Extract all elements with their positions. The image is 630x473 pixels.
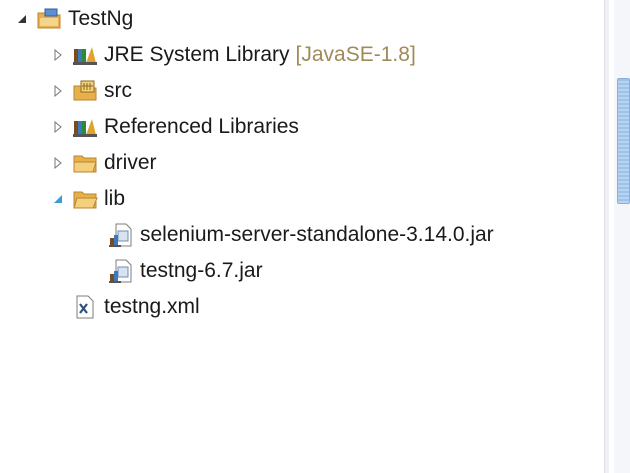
tree-item-jre-system-library[interactable]: JRE System Library [JavaSE-1.8] — [50, 38, 416, 72]
xml-file-icon — [72, 294, 98, 320]
tree-item-label: Referenced Libraries — [104, 115, 299, 138]
tree-item-label: lib — [104, 187, 126, 210]
expanded-twisty-icon[interactable] — [14, 2, 30, 36]
tree-item-referenced-libraries[interactable]: Referenced Libraries — [50, 110, 299, 144]
tree-item-testng-xml[interactable]: testng.xml — [50, 290, 200, 324]
jar-icon — [108, 222, 134, 248]
expanded-twisty-icon[interactable] — [50, 182, 66, 216]
library-icon — [72, 42, 98, 68]
tree-item-label: driver — [104, 151, 157, 174]
folder-open-icon — [72, 186, 98, 212]
tree-item-label: TestNg — [68, 7, 134, 30]
tree-item-label: testng.xml — [104, 295, 200, 318]
tree-item-decoration: [JavaSE-1.8] — [295, 43, 416, 66]
tree-item-testng-jar[interactable]: testng-6.7.jar — [86, 254, 263, 288]
jar-icon — [108, 258, 134, 284]
tree-item-label: testng-6.7.jar — [140, 259, 263, 282]
vertical-scrollbar[interactable] — [614, 0, 630, 473]
java-project-icon — [36, 6, 62, 32]
tree-item-driver[interactable]: driver — [50, 146, 157, 180]
collapsed-twisty-icon[interactable] — [50, 110, 66, 144]
tree-item-label: JRE System Library [JavaSE-1.8] — [104, 43, 416, 66]
tree-item-label: src — [104, 79, 132, 102]
tree-item-src[interactable]: src — [50, 74, 132, 108]
tree-item-lib[interactable]: lib — [50, 182, 125, 216]
panel-divider[interactable] — [604, 0, 609, 473]
library-icon — [72, 114, 98, 140]
collapsed-twisty-icon[interactable] — [50, 74, 66, 108]
tree-item-selenium-jar[interactable]: selenium-server-standalone-3.14.0.jar — [86, 218, 494, 252]
scrollbar-thumb[interactable] — [617, 78, 630, 204]
package-folder-icon — [72, 78, 98, 104]
collapsed-twisty-icon[interactable] — [50, 146, 66, 180]
collapsed-twisty-icon[interactable] — [50, 38, 66, 72]
project-explorer-tree: TestNg JRE System Library [JavaSE-1.8] s… — [0, 0, 604, 473]
tree-item-project[interactable]: TestNg — [14, 2, 133, 36]
folder-icon — [72, 150, 98, 176]
tree-item-label: selenium-server-standalone-3.14.0.jar — [140, 223, 494, 246]
